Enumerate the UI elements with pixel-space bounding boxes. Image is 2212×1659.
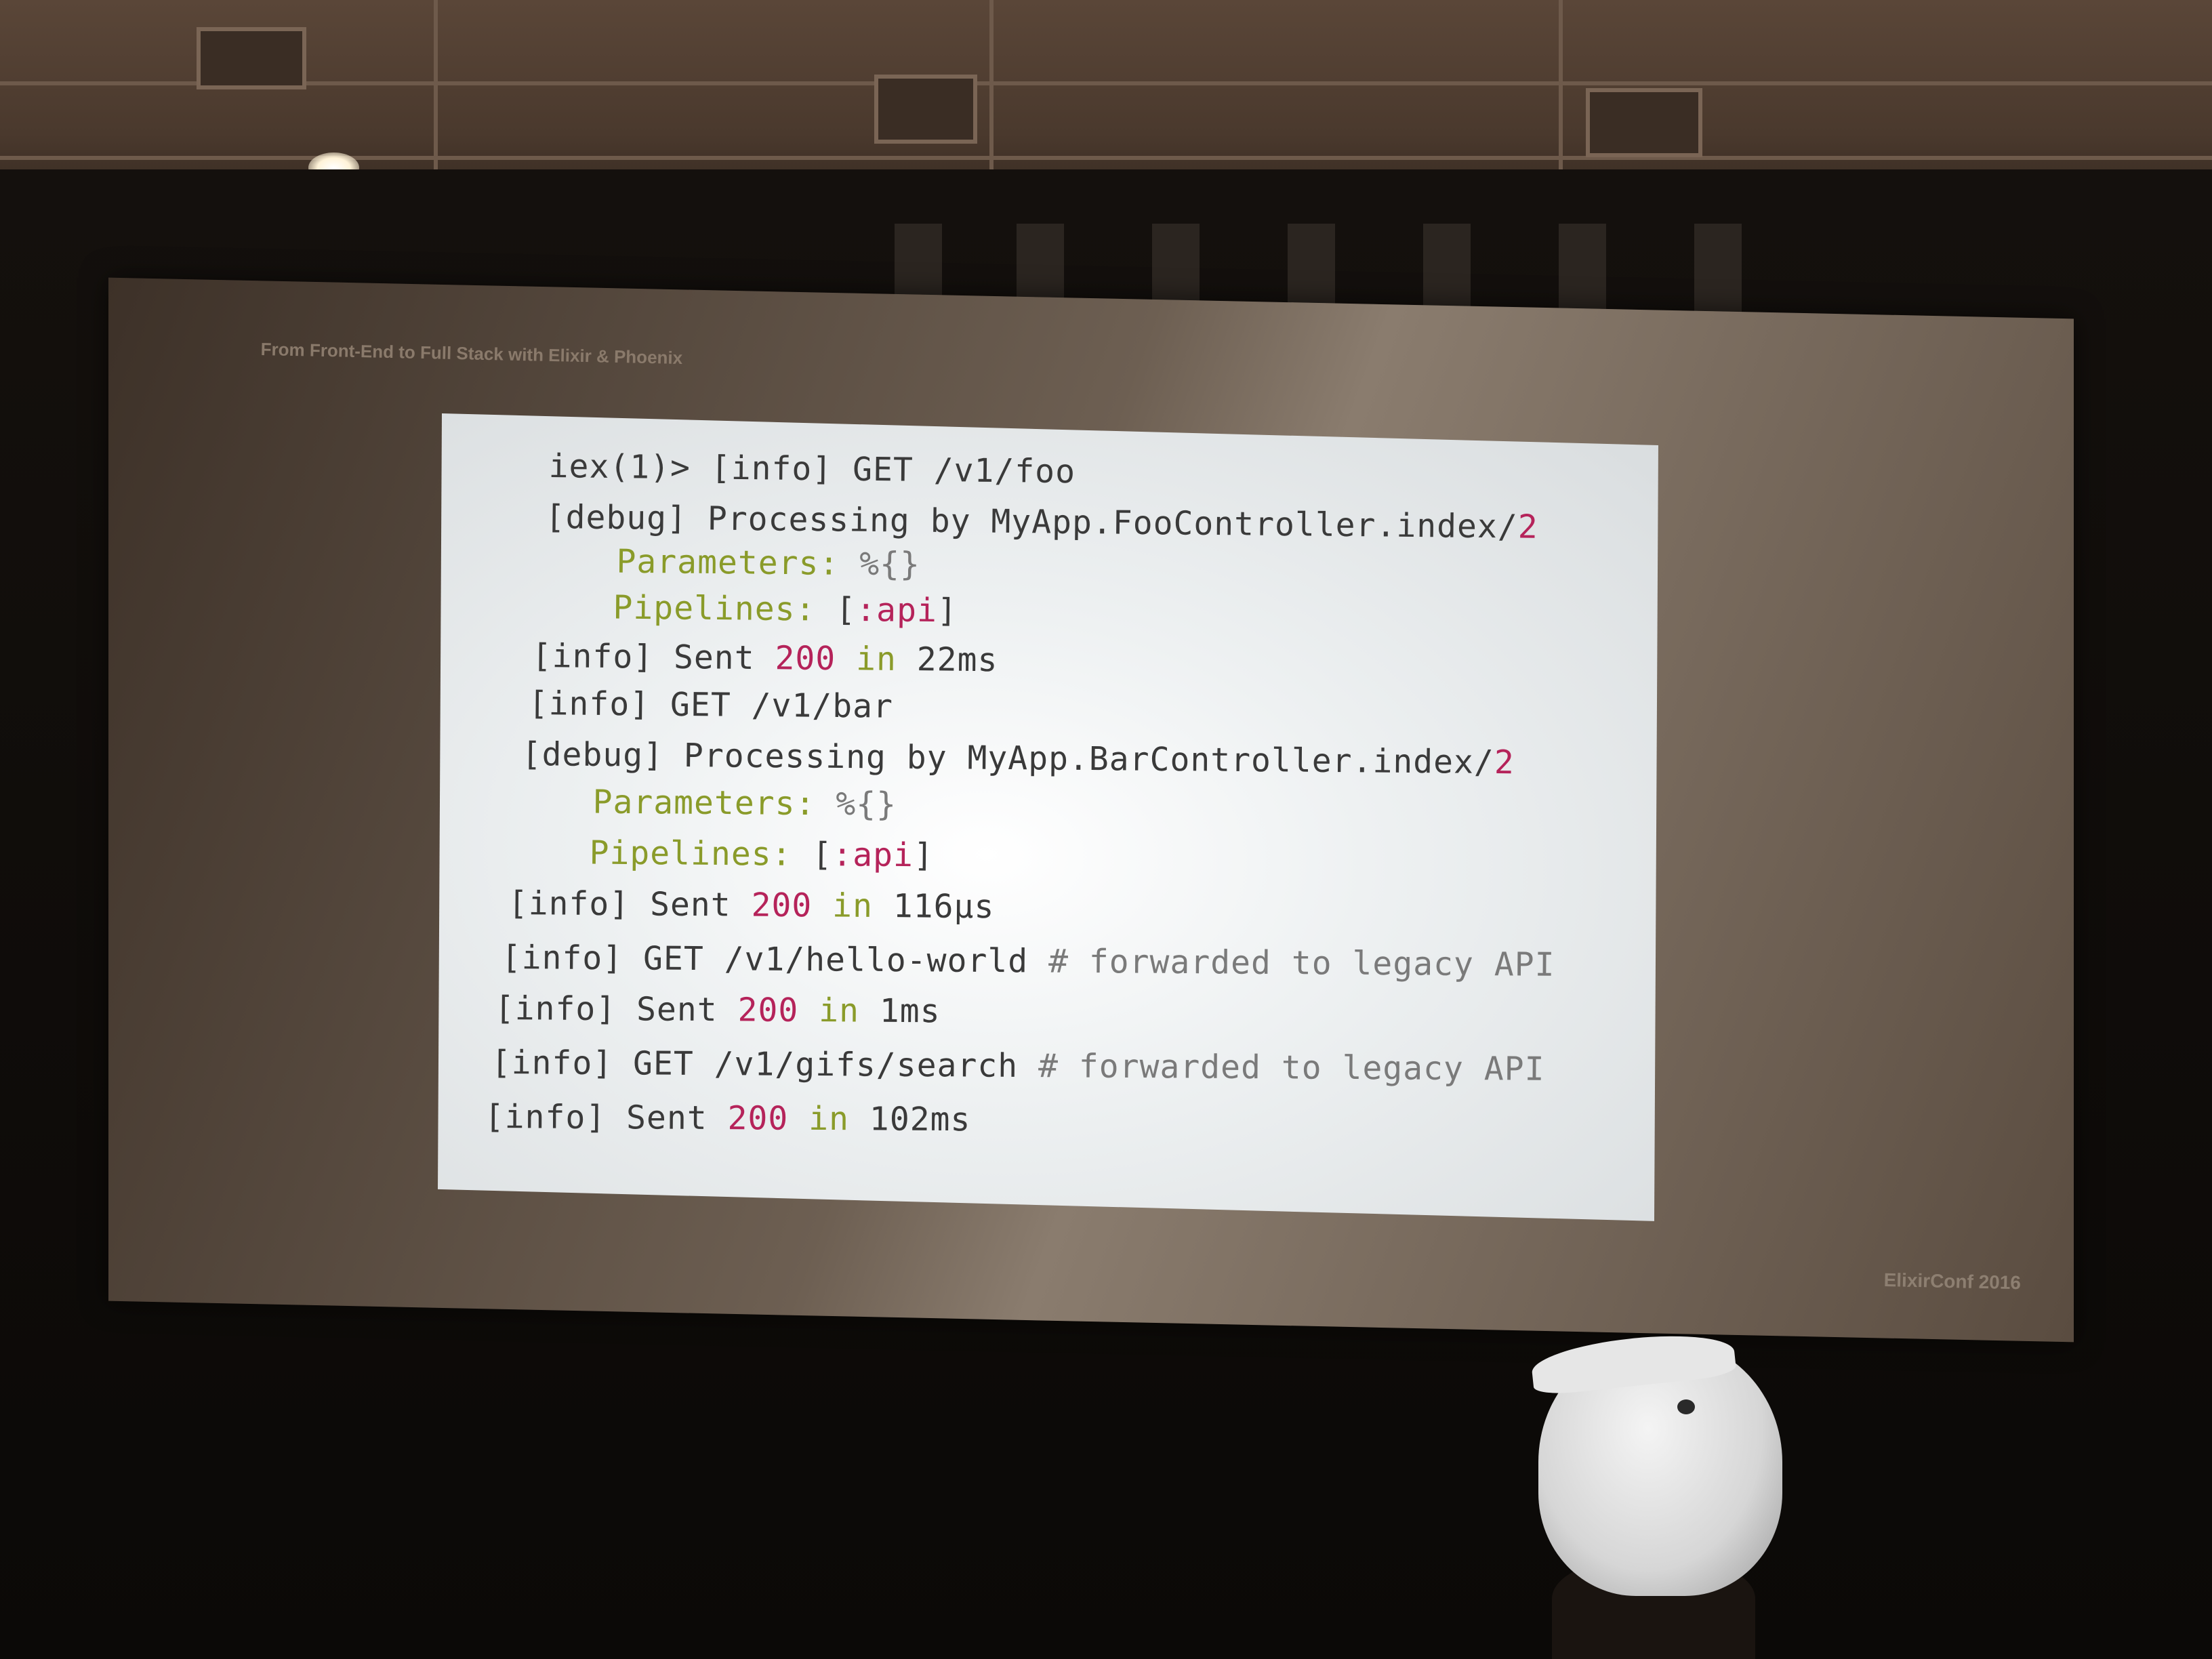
code-line: [info] Sent 200 in 1ms [495,989,941,1030]
code-token: iex(1)> [info] GET /v1/foo [548,447,1076,491]
code-token: ] [937,592,958,630]
code-token: [info] GET /v1/hello-world [501,939,1049,981]
code-token: in [798,991,880,1030]
code-token: %{} [836,785,897,824]
code-token: 116µs [893,887,995,926]
code-line: [info] Sent 200 in 102ms [485,1098,971,1139]
code-token: [ [812,835,833,874]
code-token: 2 [1517,508,1538,546]
code-token: in [835,640,918,679]
code-line: iex(1)> [info] GET /v1/foo [548,447,1076,491]
code-token: # forwarded to legacy API [1038,1047,1545,1088]
code-token: Pipelines: [548,834,813,874]
ceiling-vent [197,27,306,89]
code-token: %{} [859,545,921,583]
curtain-fold [1694,224,1742,325]
code-line: [info] GET /v1/bar [529,684,894,726]
code-token: 2 [1494,743,1515,782]
code-token: [info] GET /v1/bar [528,684,894,726]
ceiling-vent [1586,88,1702,157]
code-token: [info] Sent [531,637,775,678]
code-line: Parameters: %{} [552,783,897,823]
code-line: Parameters: %{} [575,542,920,583]
code-line: [info] GET /v1/gifs/search # forwarded t… [491,1044,1545,1088]
code-token: ] [913,836,935,875]
code-token: [info] GET /v1/gifs/search [491,1044,1039,1086]
code-token: # forwarded to legacy API [1048,942,1555,984]
code-line: Pipelines: [:api] [548,834,935,875]
code-token: 1ms [879,991,941,1031]
code-token: [info] Sent [508,884,752,924]
code-token: [info] Sent [484,1098,728,1138]
code-token: in [788,1099,870,1139]
code-line: [info] GET /v1/hello-world # forwarded t… [501,939,1555,984]
code-line: [info] Sent 200 in 22ms [531,637,998,679]
code-token: Parameters: [552,783,836,823]
cap-button [1677,1399,1695,1414]
code-token: [info] Sent [494,989,738,1029]
code-token: 200 [751,886,813,925]
code-token: :api [832,836,914,875]
code-token: 200 [727,1099,789,1138]
code-token: in [812,886,894,926]
ceiling-vent [874,75,977,144]
slide-footer: ElixirConf 2016 [1883,1269,2022,1294]
code-token: [ [836,590,857,629]
code-token: 22ms [916,640,998,680]
code-token: :api [856,590,938,630]
code-token: 200 [737,991,799,1029]
code-line: [info] Sent 200 in 116µs [508,884,995,926]
code-token: 102ms [869,1100,971,1139]
ceiling-tile-line [0,81,2212,85]
code-token: 200 [775,639,836,678]
code-line: Pipelines: [:api] [572,588,958,630]
code-token: Pipelines: [572,588,836,629]
code-token: Parameters: [575,542,860,583]
